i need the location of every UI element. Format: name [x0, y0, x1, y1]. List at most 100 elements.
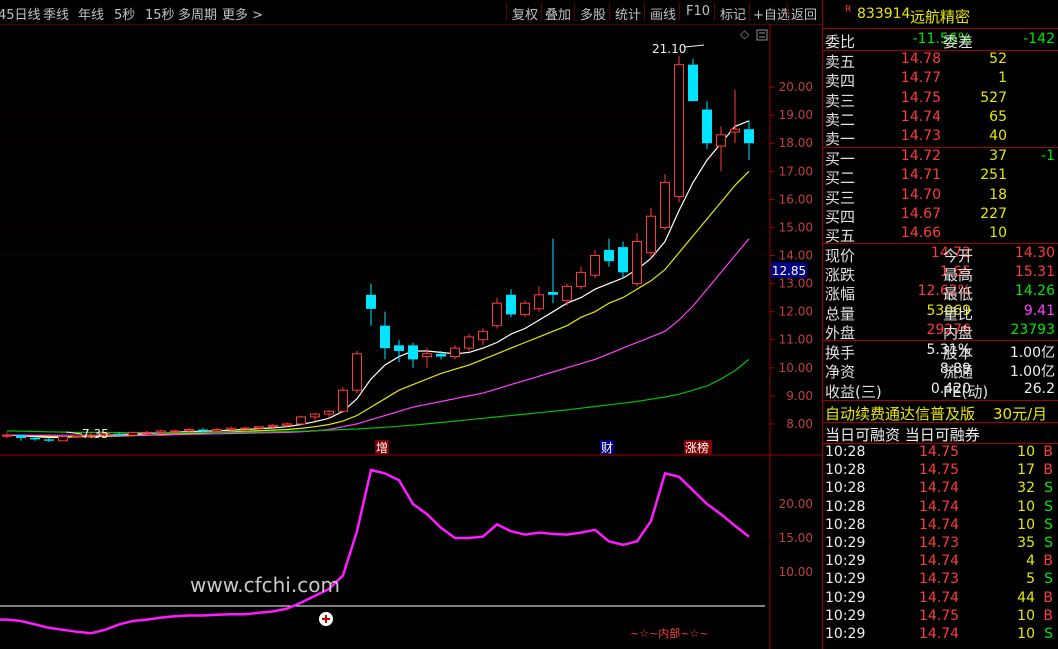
bid-label: 买三	[825, 188, 856, 207]
indicator-line	[0, 468, 750, 635]
pane-settings-icon[interactable]	[756, 29, 768, 41]
price-axis: 20.00 19.00 18.00 17.00 16.00 15.00 14.00 13.00…	[770, 80, 813, 431]
bid-row: 买五 14.66 10	[823, 225, 1058, 245]
period-45day[interactable]: 45日线	[0, 4, 41, 23]
add-watchlist-button[interactable]: +自选	[753, 4, 790, 23]
overlay-button[interactable]: 叠加	[545, 4, 571, 23]
event-marker-toplist[interactable]: 涨榜	[685, 440, 709, 455]
tick-volume: 17	[1017, 462, 1035, 479]
tick-price: 14.73	[919, 571, 960, 588]
tick-row: 10:28 14.75 17 B	[823, 462, 1058, 481]
current-price-tag: 12.85	[772, 264, 806, 278]
quote-row: 现价 14.72 今开 14.30	[823, 245, 1058, 265]
event-marker-increase[interactable]: 增	[376, 441, 388, 455]
statistics-button[interactable]: 统计	[615, 4, 641, 23]
candle	[534, 286, 544, 312]
tick-volume: 32	[1017, 480, 1035, 497]
fuquan-button[interactable]: 复权	[512, 4, 538, 23]
promo-row[interactable]: 自动续费通达信普及版 30元/月	[823, 403, 1058, 424]
ask-row: 卖四 14.77 1	[823, 70, 1058, 91]
tick-price: 14.75	[919, 462, 960, 479]
candle	[450, 345, 460, 360]
quote-label: 现价	[825, 247, 856, 265]
tick-price: 14.74	[919, 553, 960, 570]
toolbar-divider	[679, 3, 680, 21]
tick-price: 14.74	[919, 626, 960, 642]
period-year[interactable]: 年线	[78, 4, 104, 23]
ask-label: 卖四	[825, 72, 856, 91]
toolbar-divider	[574, 3, 575, 21]
event-marker-finance[interactable]: 财	[601, 441, 613, 455]
tick-time: 10:28	[825, 444, 866, 460]
tick-price: 14.74	[919, 589, 960, 606]
tick-row: 10:29 14.73 5 S	[823, 571, 1058, 590]
toolbar-divider	[506, 3, 507, 21]
back-button[interactable]: 返回	[791, 4, 817, 23]
period-5s[interactable]: 5秒	[114, 4, 135, 23]
candle	[702, 101, 712, 149]
tick-volume: 44	[1017, 589, 1035, 606]
toolbar-divider	[787, 3, 788, 21]
low-label: 7.35	[82, 427, 109, 441]
candle	[548, 238, 558, 304]
candle	[520, 300, 530, 318]
candle	[44, 437, 54, 443]
stock-name[interactable]: 远航精密	[910, 6, 970, 27]
tick-side: B	[1043, 553, 1053, 570]
price-tick-label: 12.00	[779, 305, 813, 319]
diamond-icon[interactable]: ◇	[740, 27, 750, 41]
ask-label: 卖五	[825, 53, 856, 71]
promo-price[interactable]: 30元/月	[993, 403, 1047, 424]
weibi-row: 委比 -11.56% 委差 -142	[823, 31, 1058, 51]
tick-side: B	[1043, 462, 1053, 479]
quote-label: 今开	[943, 247, 974, 265]
kline-chart[interactable]: 20.00 19.00 18.00 17.00 16.00 15.00 14.00 13.00…	[0, 24, 822, 649]
tick-side: S	[1044, 571, 1053, 588]
quote-value: 9.41	[1023, 302, 1055, 319]
f10-button[interactable]: F10	[686, 4, 710, 19]
ask-price: 14.78	[900, 51, 941, 67]
ma-line	[7, 170, 750, 438]
bid-label: 买二	[825, 169, 856, 188]
add-indicator-icon[interactable]	[319, 612, 333, 626]
price-tick-label: 10.00	[779, 361, 813, 375]
bid-row: 买二 14.71 251	[823, 167, 1058, 188]
price-tick-label: 16.00	[779, 192, 813, 206]
fund-value: 1.00亿	[1009, 345, 1055, 361]
tick-row: 10:28 14.75 10 B	[823, 444, 1058, 463]
period-quarter[interactable]: 季线	[43, 4, 69, 23]
quote-row: 涨跌 1.65 最高 15.31	[823, 264, 1058, 284]
tick-side: S	[1044, 498, 1053, 515]
tick-row: 10:29 14.74 44 B	[823, 590, 1058, 609]
candle	[366, 283, 376, 326]
quote-label: 最低	[943, 285, 974, 304]
candle	[170, 429, 180, 433]
tick-side: B	[1043, 607, 1053, 624]
mark-button[interactable]: 标记	[720, 4, 746, 23]
tick-time: 10:29	[825, 589, 866, 606]
bid-volume: 227	[980, 205, 1007, 222]
bid-price: 14.67	[900, 205, 941, 222]
tick-time: 10:28	[825, 498, 866, 515]
period-15s[interactable]: 15秒	[145, 4, 175, 23]
price-tick-label: 15.00	[779, 220, 813, 234]
tick-time: 10:29	[825, 607, 866, 624]
fund-value: 26.2	[1023, 380, 1055, 397]
stock-code: 833914	[857, 6, 911, 22]
candle	[408, 342, 418, 368]
bid-volume: 10	[989, 225, 1007, 242]
period-more[interactable]: 更多 >	[222, 4, 263, 23]
fund-label: 换手	[825, 344, 856, 362]
period-multi[interactable]: 多周期	[178, 4, 217, 23]
tick-time: 10:29	[825, 535, 866, 551]
quote-row: 涨幅 12.62% 最低 14.26	[823, 283, 1058, 304]
bid-volume: 18	[989, 186, 1007, 203]
tick-time: 10:29	[825, 553, 866, 570]
bid-label: 买一	[825, 150, 856, 168]
draw-line-button[interactable]: 画线	[650, 4, 676, 23]
ask-label: 卖三	[825, 91, 856, 110]
multi-stock-button[interactable]: 多股	[580, 4, 606, 23]
quote-label: 总量	[825, 304, 856, 323]
promo-text[interactable]: 自动续费通达信普及版	[825, 403, 975, 424]
candle	[338, 387, 348, 413]
